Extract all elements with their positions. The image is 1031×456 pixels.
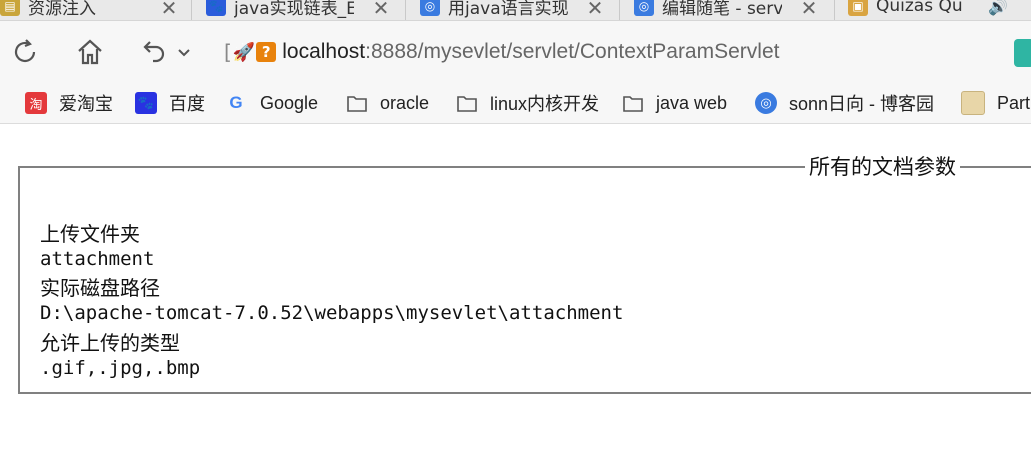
tab-title: 用java语言实现 [448, 0, 568, 19]
param-value-disk-path: D:\apache-tomcat-7.0.52\webapps\mysevlet… [40, 302, 624, 324]
bookmark-label: sonn日向 - 博客园 [789, 94, 935, 114]
home-button[interactable] [73, 35, 107, 69]
folder-icon [347, 96, 367, 112]
bookmark-label: linux内核开发 [490, 94, 600, 114]
tab-3[interactable]: ◎ 用java语言实现 ✕ [420, 0, 606, 20]
bookmark-label: Part [997, 92, 1031, 113]
bookmark-folder-linux[interactable]: linux内核开发 [456, 91, 599, 115]
bookmarks-bar: 淘 爱淘宝 🐾 百度 G Google oracle linux内核开发 jav… [0, 83, 1031, 124]
param-name-allowed-types: 允许上传的类型 [40, 331, 180, 355]
extension-icon[interactable] [1014, 39, 1031, 67]
history-dropdown-button[interactable] [172, 35, 196, 69]
bookmark-label: 百度 [169, 94, 205, 114]
taobao-icon: 淘 [25, 92, 47, 114]
tab-favicon-icon: 🐾 [206, 0, 226, 16]
audio-playing-icon[interactable]: 🔊 [988, 0, 1008, 16]
reload-button[interactable] [8, 35, 42, 69]
cnblogs-icon: ◎ [755, 92, 777, 114]
undo-icon [143, 41, 165, 63]
fieldset-legend: 所有的文档参数 [805, 151, 960, 181]
tab-close-icon[interactable]: ✕ [584, 0, 606, 20]
bookmark-label: java web [656, 92, 728, 113]
tab-4[interactable]: ◎ 编辑随笔 - serv ✕ [634, 0, 820, 20]
bookmark-folder-oracle[interactable]: oracle [346, 91, 429, 115]
tab-close-icon[interactable]: ✕ [798, 0, 820, 20]
bookmark-folder-javaweb[interactable]: java web [622, 91, 727, 115]
bookmark-baidu[interactable]: 🐾 百度 [135, 91, 205, 115]
param-value-allowed-types: .gif,.jpg,.bmp [40, 357, 201, 379]
bookmark-page-icon [961, 91, 985, 115]
address-bar[interactable]: [ 🚀 ? localhost:8888/mysevlet/servlet/Co… [224, 35, 1024, 69]
bookmark-label: 爱淘宝 [59, 94, 113, 114]
undo-close-tab-button[interactable] [136, 35, 170, 69]
baidu-paw-icon: 🐾 [135, 92, 157, 114]
home-icon [78, 39, 102, 65]
bracket-icon: [ [224, 40, 232, 64]
bookmark-label: oracle [380, 92, 430, 113]
tab-1[interactable]: ▤ 资源注入 ✕ [0, 0, 180, 20]
bookmark-label: Google [260, 92, 319, 113]
rocket-icon: 🚀 [232, 41, 256, 63]
page-content: 所有的文档参数 上传文件夹 attachment 实际磁盘路径 D:\apach… [0, 124, 1031, 456]
param-value-upload-folder: attachment [40, 248, 155, 270]
navigation-bar: [ 🚀 ? localhost:8888/mysevlet/servlet/Co… [0, 21, 1031, 83]
reload-icon [14, 39, 36, 63]
document-params-fieldset: 所有的文档参数 上传文件夹 attachment 实际磁盘路径 D:\apach… [18, 151, 1031, 394]
tab-favicon-icon: ◎ [420, 0, 440, 16]
tab-title: 编辑随笔 - serv [662, 0, 782, 19]
bookmark-cnblogs[interactable]: ◎ sonn日向 - 博客园 [755, 91, 934, 115]
tab-strip: ▤ 资源注入 ✕ 🐾 java实现链表_E ✕ ◎ 用java语言实现 ✕ ◎ … [0, 0, 1031, 21]
tab-5-active[interactable]: ▣ Quizas Qu 🔊 [848, 0, 1031, 20]
folder-icon [457, 96, 477, 112]
bookmark-google[interactable]: G Google [226, 91, 318, 115]
bookmark-aitaobao[interactable]: 淘 爱淘宝 [25, 91, 113, 115]
tab-close-icon[interactable]: ✕ [370, 0, 392, 20]
question-mark-icon: ? [256, 42, 277, 62]
tab-title: java实现链表_E [234, 0, 354, 19]
tab-title: 资源注入 [28, 0, 96, 19]
chevron-down-icon [178, 49, 190, 57]
tab-2[interactable]: 🐾 java实现链表_E ✕ [206, 0, 392, 20]
tab-favicon-icon: ▣ [848, 0, 868, 16]
google-g-icon: G [229, 93, 243, 112]
tab-title: Quizas Qu [876, 0, 963, 16]
tab-favicon-icon: ▤ [0, 0, 20, 16]
tab-favicon-icon: ◎ [634, 0, 654, 16]
param-name-upload-folder: 上传文件夹 [40, 222, 140, 246]
page-info-icons[interactable]: [ 🚀 ? [224, 40, 277, 64]
url-text[interactable]: localhost:8888/mysevlet/servlet/ContextP… [282, 40, 779, 64]
tab-close-icon[interactable]: ✕ [158, 0, 180, 20]
bookmark-part[interactable]: Part [961, 91, 1030, 115]
param-name-disk-path: 实际磁盘路径 [40, 276, 160, 300]
folder-icon [623, 96, 643, 112]
